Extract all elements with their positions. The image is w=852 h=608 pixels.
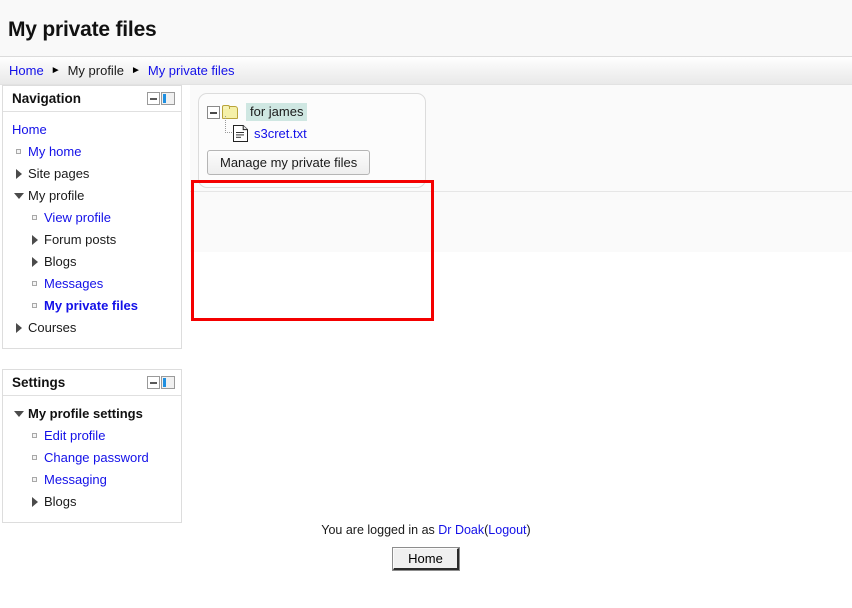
block-navigation: Navigation Home My home Site pages My pr…	[2, 85, 182, 349]
leaf-square-icon	[28, 207, 44, 229]
breadcrumb-separator-icon: ►	[130, 64, 141, 76]
block-settings-title: Settings	[12, 375, 66, 390]
breadcrumb-separator-icon: ►	[50, 64, 61, 76]
chevron-right-icon[interactable]	[28, 491, 44, 513]
user-profile-link[interactable]: Dr Doak	[438, 523, 484, 537]
tree-folder-row[interactable]: for james	[207, 102, 417, 122]
block-settings-header: Settings	[3, 370, 181, 396]
breadcrumb-item-my-profile: My profile	[67, 63, 124, 78]
sidebar-item-blogs[interactable]: Blogs	[28, 251, 175, 273]
private-files-manager: for james s3cret.txt Manage my private f	[198, 93, 426, 188]
chevron-right-icon[interactable]	[12, 163, 28, 185]
sidebar-item-messaging[interactable]: Messaging	[28, 469, 175, 491]
tree-file-row[interactable]: s3cret.txt	[207, 116, 417, 144]
sidebar-item-label[interactable]: Messaging	[44, 469, 107, 491]
sidebar-item-change-password[interactable]: Change password	[28, 447, 175, 469]
tree-folder-name: for james	[250, 104, 304, 119]
chevron-down-icon[interactable]	[12, 403, 28, 425]
login-info-prefix: You are logged in as	[321, 523, 439, 537]
block-settings: Settings My profile settings Edit profil…	[2, 369, 182, 523]
page-title: My private files	[8, 18, 157, 41]
leaf-square-icon	[28, 295, 44, 317]
collapse-minus-icon[interactable]	[207, 105, 220, 119]
text-file-icon	[233, 124, 248, 142]
sidebar-item-my-home[interactable]: My home	[12, 141, 175, 163]
block-settings-controls	[147, 376, 175, 389]
sidebar-item-label: Blogs	[44, 494, 77, 509]
chevron-right-icon[interactable]	[28, 229, 44, 251]
leaf-square-icon	[28, 273, 44, 295]
sidebar-item-my-profile[interactable]: My profile	[12, 185, 175, 207]
page-header: My private files	[0, 0, 852, 57]
sidebar-item-courses[interactable]: Courses	[12, 317, 175, 339]
sidebar-item-label[interactable]: My private files	[44, 295, 138, 317]
manage-my-private-files-button[interactable]: Manage my private files	[207, 150, 371, 175]
breadcrumb: Home ► My profile ► My private files	[0, 57, 852, 85]
leaf-square-icon	[28, 425, 44, 447]
sidebar-item-label: My profile	[28, 188, 85, 203]
block-settings-content: My profile settings Edit profile Change …	[3, 396, 181, 522]
leaf-square-icon	[28, 469, 44, 491]
block-navigation-title: Navigation	[12, 91, 82, 106]
block-navigation-header: Navigation	[3, 86, 181, 112]
main-content-region-lower	[190, 192, 852, 252]
leaf-square-icon	[28, 447, 44, 469]
breadcrumb-item-my-private-files[interactable]: My private files	[148, 63, 235, 78]
sidebar-item-label[interactable]: Edit profile	[44, 425, 105, 447]
main-content-region: for james s3cret.txt Manage my private f	[190, 85, 852, 192]
tree-folder-name-wrap: for james	[246, 103, 308, 121]
page-footer: You are logged in as Dr Doak(Logout) Hom…	[0, 520, 852, 571]
login-info: You are logged in as Dr Doak(Logout)	[0, 520, 852, 540]
left-column: Navigation Home My home Site pages My pr…	[2, 85, 182, 543]
minus-box-icon[interactable]	[147, 376, 160, 389]
block-navigation-controls	[147, 92, 175, 105]
logout-link[interactable]: Logout	[488, 523, 526, 537]
tree-file-name[interactable]: s3cret.txt	[254, 126, 307, 141]
breadcrumb-item-home[interactable]: Home	[9, 63, 44, 78]
sidebar-item-label: Site pages	[28, 166, 90, 181]
sidebar-item-my-private-files[interactable]: My private files	[28, 295, 175, 317]
sidebar-item-site-pages[interactable]: Site pages	[12, 163, 175, 185]
nav-root-home-label[interactable]: Home	[12, 122, 47, 137]
sidebar-item-my-profile-settings[interactable]: My profile settings	[12, 403, 175, 425]
chevron-right-icon[interactable]	[12, 317, 28, 339]
dock-icon[interactable]	[161, 92, 175, 105]
sidebar-item-label: Blogs	[44, 254, 77, 269]
home-button[interactable]: Home	[392, 547, 460, 571]
sidebar-item-edit-profile[interactable]: Edit profile	[28, 425, 175, 447]
chevron-right-icon[interactable]	[28, 251, 44, 273]
sidebar-item-view-profile[interactable]: View profile	[28, 207, 175, 229]
sidebar-item-label[interactable]: My home	[28, 141, 81, 163]
sidebar-item-label: Forum posts	[44, 232, 117, 247]
sidebar-item-label[interactable]: Change password	[44, 447, 149, 469]
block-navigation-content: Home My home Site pages My profile View …	[3, 112, 181, 348]
settings-tree: My profile settings Edit profile Change …	[12, 403, 175, 513]
leaf-square-icon	[12, 141, 28, 163]
sidebar-item-label: My profile settings	[28, 406, 143, 421]
sidebar-item-blogs[interactable]: Blogs	[28, 491, 175, 513]
sidebar-item-label: Courses	[28, 320, 77, 335]
nav-root-home[interactable]: Home	[12, 119, 175, 141]
page-body: for james s3cret.txt Manage my private f	[0, 85, 852, 559]
paren-close: )	[526, 523, 531, 537]
navigation-tree: My home Site pages My profile View profi…	[12, 141, 175, 339]
sidebar-item-label[interactable]: View profile	[44, 207, 111, 229]
minus-box-icon[interactable]	[147, 92, 160, 105]
chevron-down-icon[interactable]	[12, 185, 28, 207]
sidebar-item-label[interactable]: Messages	[44, 273, 103, 295]
sidebar-item-forum-posts[interactable]: Forum posts	[28, 229, 175, 251]
sidebar-item-messages[interactable]: Messages	[28, 273, 175, 295]
dock-icon[interactable]	[161, 376, 175, 389]
